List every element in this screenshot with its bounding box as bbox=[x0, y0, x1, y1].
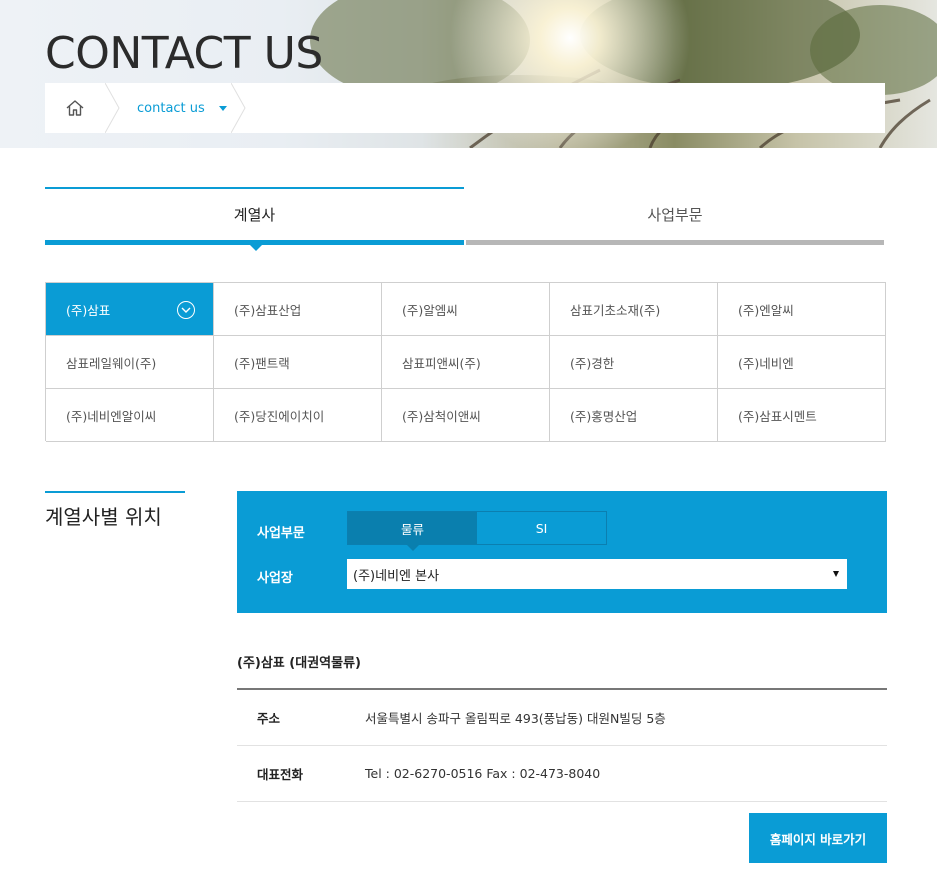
breadcrumb-separator bbox=[231, 83, 246, 133]
page-title: CONTACT US bbox=[45, 28, 323, 79]
division-label: 사업부문 bbox=[257, 526, 305, 541]
affiliate-item[interactable]: (주)삼표시멘트 bbox=[718, 389, 886, 442]
affiliate-label: (주)경한 bbox=[570, 355, 615, 371]
affiliate-label: (주)삼표 bbox=[66, 302, 111, 318]
homepage-button[interactable]: 홈페이지 바로가기 bbox=[749, 813, 887, 863]
location-section-heading: 계열사별 위치 bbox=[45, 491, 185, 530]
office-info-key: 주소 bbox=[257, 711, 281, 726]
affiliate-item[interactable]: (주)엔알씨 bbox=[718, 283, 886, 336]
affiliate-label: (주)삼표시멘트 bbox=[738, 408, 817, 424]
office-info-table: 주소 서울특별시 송파구 올림픽로 493(풍납동) 대원N빌딩 5층 대표전화… bbox=[237, 688, 887, 802]
breadcrumb-current-label: contact us bbox=[137, 100, 205, 116]
division-option-si[interactable]: SI bbox=[477, 512, 606, 544]
affiliate-item[interactable]: (주)홍명산업 bbox=[550, 389, 718, 442]
affiliate-label: (주)삼표산업 bbox=[234, 302, 302, 318]
affiliate-label: 삼표피앤씨(주) bbox=[402, 355, 481, 371]
affiliates-grid: (주)삼표 (주)삼표산업 (주)알엠씨 삼표기초소재(주) (주)엔알씨 삼표… bbox=[45, 282, 886, 442]
home-icon bbox=[66, 100, 84, 116]
office-info-value: 서울특별시 송파구 올림픽로 493(풍납동) 대원N빌딩 5층 bbox=[365, 711, 666, 726]
site-label: 사업장 bbox=[257, 571, 293, 586]
affiliate-label: (주)엔알씨 bbox=[738, 302, 794, 318]
office-info-row: 주소 서울특별시 송파구 올림픽로 493(풍납동) 대원N빌딩 5층 bbox=[237, 690, 887, 746]
affiliate-label: (주)삼척이앤씨 bbox=[402, 408, 481, 424]
tab-affiliates[interactable]: 계열사 bbox=[45, 187, 464, 245]
affiliate-item[interactable]: (주)삼척이앤씨 bbox=[382, 389, 550, 442]
affiliate-label: (주)네비엔 bbox=[738, 355, 794, 371]
site-select-value: (주)네비엔 본사 bbox=[353, 568, 440, 584]
affiliate-item[interactable]: 삼표기초소재(주) bbox=[550, 283, 718, 336]
affiliate-item[interactable]: (주)네비엔 bbox=[718, 336, 886, 389]
affiliate-label: 삼표기초소재(주) bbox=[570, 302, 661, 318]
affiliate-item[interactable]: (주)삼표산업 bbox=[214, 283, 382, 336]
affiliate-item[interactable]: (주)경한 bbox=[550, 336, 718, 389]
division-toggle: 물류 SI bbox=[347, 511, 607, 551]
division-option-logistics[interactable]: 물류 bbox=[348, 512, 477, 551]
location-filter-panel: 사업부문 물류 SI 사업장 (주)네비엔 본사 bbox=[237, 491, 887, 613]
breadcrumb-home[interactable] bbox=[45, 83, 105, 133]
affiliate-item[interactable]: (주)알엠씨 bbox=[382, 283, 550, 336]
affiliate-item[interactable]: (주)당진에이치이 bbox=[214, 389, 382, 442]
affiliate-item[interactable]: 삼표레일웨이(주) bbox=[46, 336, 214, 389]
office-info-value: Tel : 02-6270-0516 Fax : 02-473-8040 bbox=[365, 766, 601, 781]
breadcrumb-current-dropdown[interactable]: contact us bbox=[121, 83, 231, 133]
office-info-key: 대표전화 bbox=[257, 767, 304, 782]
location-section-title: 계열사별 위치 bbox=[45, 505, 162, 529]
tab-bar: 계열사 사업부문 bbox=[45, 187, 884, 257]
office-info-row: 대표전화 Tel : 02-6270-0516 Fax : 02-473-804… bbox=[237, 746, 887, 802]
affiliate-label: (주)팬트랙 bbox=[234, 355, 290, 371]
affiliate-label: 삼표레일웨이(주) bbox=[66, 355, 157, 371]
affiliate-item[interactable]: (주)삼표 bbox=[46, 283, 214, 336]
header-banner: CONTACT US contact us bbox=[0, 0, 937, 148]
office-name: (주)삼표 (대권역물류) bbox=[237, 656, 361, 671]
affiliate-label: (주)알엠씨 bbox=[402, 302, 458, 318]
caret-down-icon bbox=[833, 571, 839, 577]
caret-down-icon bbox=[219, 106, 227, 111]
affiliate-item[interactable]: (주)네비엔알이씨 bbox=[46, 389, 214, 442]
affiliate-item[interactable]: (주)팬트랙 bbox=[214, 336, 382, 389]
breadcrumb: contact us bbox=[45, 83, 885, 133]
chevron-down-circle-icon bbox=[177, 301, 195, 319]
breadcrumb-separator bbox=[105, 83, 120, 133]
affiliate-item[interactable]: 삼표피앤씨(주) bbox=[382, 336, 550, 389]
site-select[interactable]: (주)네비엔 본사 bbox=[347, 559, 847, 589]
affiliate-label: (주)네비엔알이씨 bbox=[66, 408, 157, 424]
affiliate-label: (주)당진에이치이 bbox=[234, 408, 325, 424]
affiliate-label: (주)홍명산업 bbox=[570, 408, 638, 424]
tab-business-division[interactable]: 사업부문 bbox=[466, 187, 884, 245]
active-tab-pointer bbox=[248, 243, 264, 251]
